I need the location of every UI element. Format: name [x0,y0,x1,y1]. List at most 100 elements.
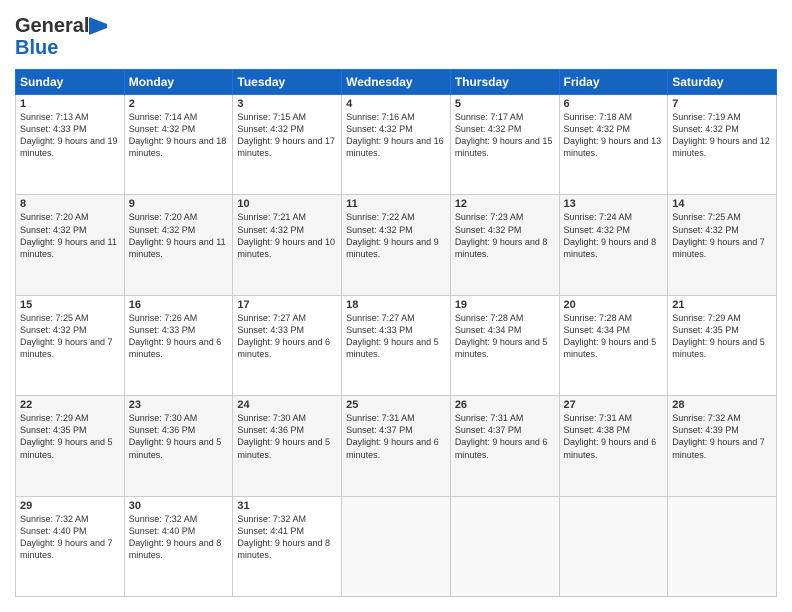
calendar-header-friday: Friday [559,70,668,95]
day-info: Sunrise: 7:17 AM Sunset: 4:32 PM Dayligh… [455,111,555,160]
calendar-cell: 9 Sunrise: 7:20 AM Sunset: 4:32 PM Dayli… [124,195,233,295]
calendar-header-saturday: Saturday [668,70,777,95]
sunset-label: Sunset: 4:32 PM [455,124,522,134]
day-number: 27 [564,399,664,411]
calendar-cell: 14 Sunrise: 7:25 AM Sunset: 4:32 PM Dayl… [668,195,777,295]
day-info: Sunrise: 7:31 AM Sunset: 4:37 PM Dayligh… [346,412,446,461]
sunset-label: Sunset: 4:32 PM [237,124,304,134]
day-info: Sunrise: 7:31 AM Sunset: 4:38 PM Dayligh… [564,412,664,461]
sunrise-label: Sunrise: 7:20 AM [129,212,198,222]
calendar-week-2: 8 Sunrise: 7:20 AM Sunset: 4:32 PM Dayli… [16,195,777,295]
day-number: 26 [455,399,555,411]
sunrise-label: Sunrise: 7:24 AM [564,212,633,222]
calendar-cell: 8 Sunrise: 7:20 AM Sunset: 4:32 PM Dayli… [16,195,125,295]
day-number: 1 [20,98,120,110]
day-info: Sunrise: 7:28 AM Sunset: 4:34 PM Dayligh… [564,312,664,361]
sunrise-label: Sunrise: 7:13 AM [20,112,89,122]
daylight-label: Daylight: 9 hours and 5 minutes. [346,337,439,359]
daylight-label: Daylight: 9 hours and 15 minutes. [455,136,553,158]
calendar-cell: 21 Sunrise: 7:29 AM Sunset: 4:35 PM Dayl… [668,295,777,395]
sunset-label: Sunset: 4:32 PM [20,225,87,235]
sunset-label: Sunset: 4:36 PM [237,425,304,435]
sunrise-label: Sunrise: 7:27 AM [237,313,306,323]
sunset-label: Sunset: 4:41 PM [237,526,304,536]
calendar-cell: 28 Sunrise: 7:32 AM Sunset: 4:39 PM Dayl… [668,396,777,496]
day-info: Sunrise: 7:24 AM Sunset: 4:32 PM Dayligh… [564,211,664,260]
calendar-cell [450,496,559,596]
daylight-label: Daylight: 9 hours and 10 minutes. [237,237,335,259]
sunset-label: Sunset: 4:33 PM [129,325,196,335]
day-number: 7 [672,98,772,110]
daylight-label: Daylight: 9 hours and 19 minutes. [20,136,118,158]
sunrise-label: Sunrise: 7:21 AM [237,212,306,222]
sunset-label: Sunset: 4:32 PM [346,225,413,235]
daylight-label: Daylight: 9 hours and 8 minutes. [237,538,330,560]
day-info: Sunrise: 7:21 AM Sunset: 4:32 PM Dayligh… [237,211,337,260]
calendar-cell: 24 Sunrise: 7:30 AM Sunset: 4:36 PM Dayl… [233,396,342,496]
sunset-label: Sunset: 4:33 PM [346,325,413,335]
calendar-cell: 10 Sunrise: 7:21 AM Sunset: 4:32 PM Dayl… [233,195,342,295]
day-number: 13 [564,198,664,210]
sunrise-label: Sunrise: 7:29 AM [672,313,741,323]
sunrise-label: Sunrise: 7:28 AM [455,313,524,323]
calendar-cell: 18 Sunrise: 7:27 AM Sunset: 4:33 PM Dayl… [342,295,451,395]
day-number: 9 [129,198,229,210]
daylight-label: Daylight: 9 hours and 12 minutes. [672,136,770,158]
day-info: Sunrise: 7:30 AM Sunset: 4:36 PM Dayligh… [237,412,337,461]
daylight-label: Daylight: 9 hours and 6 minutes. [129,337,222,359]
day-number: 29 [20,500,120,512]
calendar-week-3: 15 Sunrise: 7:25 AM Sunset: 4:32 PM Dayl… [16,295,777,395]
daylight-label: Daylight: 9 hours and 8 minutes. [564,237,657,259]
day-info: Sunrise: 7:32 AM Sunset: 4:40 PM Dayligh… [20,513,120,562]
calendar-cell: 20 Sunrise: 7:28 AM Sunset: 4:34 PM Dayl… [559,295,668,395]
calendar-cell: 4 Sunrise: 7:16 AM Sunset: 4:32 PM Dayli… [342,95,451,195]
sunset-label: Sunset: 4:32 PM [564,225,631,235]
sunrise-label: Sunrise: 7:30 AM [237,413,306,423]
day-number: 2 [129,98,229,110]
day-info: Sunrise: 7:22 AM Sunset: 4:32 PM Dayligh… [346,211,446,260]
calendar-cell: 31 Sunrise: 7:32 AM Sunset: 4:41 PM Dayl… [233,496,342,596]
calendar-cell [559,496,668,596]
sunrise-label: Sunrise: 7:16 AM [346,112,415,122]
day-number: 18 [346,299,446,311]
logo-blue: Blue [15,37,58,59]
calendar-cell: 7 Sunrise: 7:19 AM Sunset: 4:32 PM Dayli… [668,95,777,195]
calendar-week-5: 29 Sunrise: 7:32 AM Sunset: 4:40 PM Dayl… [16,496,777,596]
daylight-label: Daylight: 9 hours and 7 minutes. [672,237,765,259]
day-info: Sunrise: 7:19 AM Sunset: 4:32 PM Dayligh… [672,111,772,160]
daylight-label: Daylight: 9 hours and 13 minutes. [564,136,662,158]
daylight-label: Daylight: 9 hours and 11 minutes. [129,237,226,259]
sunset-label: Sunset: 4:33 PM [20,124,87,134]
sunrise-label: Sunrise: 7:27 AM [346,313,415,323]
daylight-label: Daylight: 9 hours and 7 minutes. [20,337,113,359]
sunset-label: Sunset: 4:32 PM [672,225,739,235]
sunset-label: Sunset: 4:40 PM [129,526,196,536]
day-number: 23 [129,399,229,411]
day-info: Sunrise: 7:31 AM Sunset: 4:37 PM Dayligh… [455,412,555,461]
sunrise-label: Sunrise: 7:32 AM [237,514,306,524]
sunrise-label: Sunrise: 7:31 AM [455,413,524,423]
day-number: 30 [129,500,229,512]
day-info: Sunrise: 7:25 AM Sunset: 4:32 PM Dayligh… [20,312,120,361]
daylight-label: Daylight: 9 hours and 9 minutes. [346,237,439,259]
day-number: 19 [455,299,555,311]
calendar-cell: 22 Sunrise: 7:29 AM Sunset: 4:35 PM Dayl… [16,396,125,496]
day-number: 31 [237,500,337,512]
logo-general: General [15,15,89,37]
daylight-label: Daylight: 9 hours and 16 minutes. [346,136,444,158]
calendar-header-sunday: Sunday [16,70,125,95]
sunrise-label: Sunrise: 7:31 AM [564,413,633,423]
day-info: Sunrise: 7:26 AM Sunset: 4:33 PM Dayligh… [129,312,229,361]
day-number: 4 [346,98,446,110]
daylight-label: Daylight: 9 hours and 5 minutes. [672,337,765,359]
day-number: 17 [237,299,337,311]
calendar-cell [668,496,777,596]
sunset-label: Sunset: 4:38 PM [564,425,631,435]
day-number: 21 [672,299,772,311]
sunrise-label: Sunrise: 7:32 AM [672,413,741,423]
sunset-label: Sunset: 4:32 PM [20,325,87,335]
day-number: 14 [672,198,772,210]
day-info: Sunrise: 7:15 AM Sunset: 4:32 PM Dayligh… [237,111,337,160]
calendar-cell: 16 Sunrise: 7:26 AM Sunset: 4:33 PM Dayl… [124,295,233,395]
sunset-label: Sunset: 4:32 PM [129,124,196,134]
